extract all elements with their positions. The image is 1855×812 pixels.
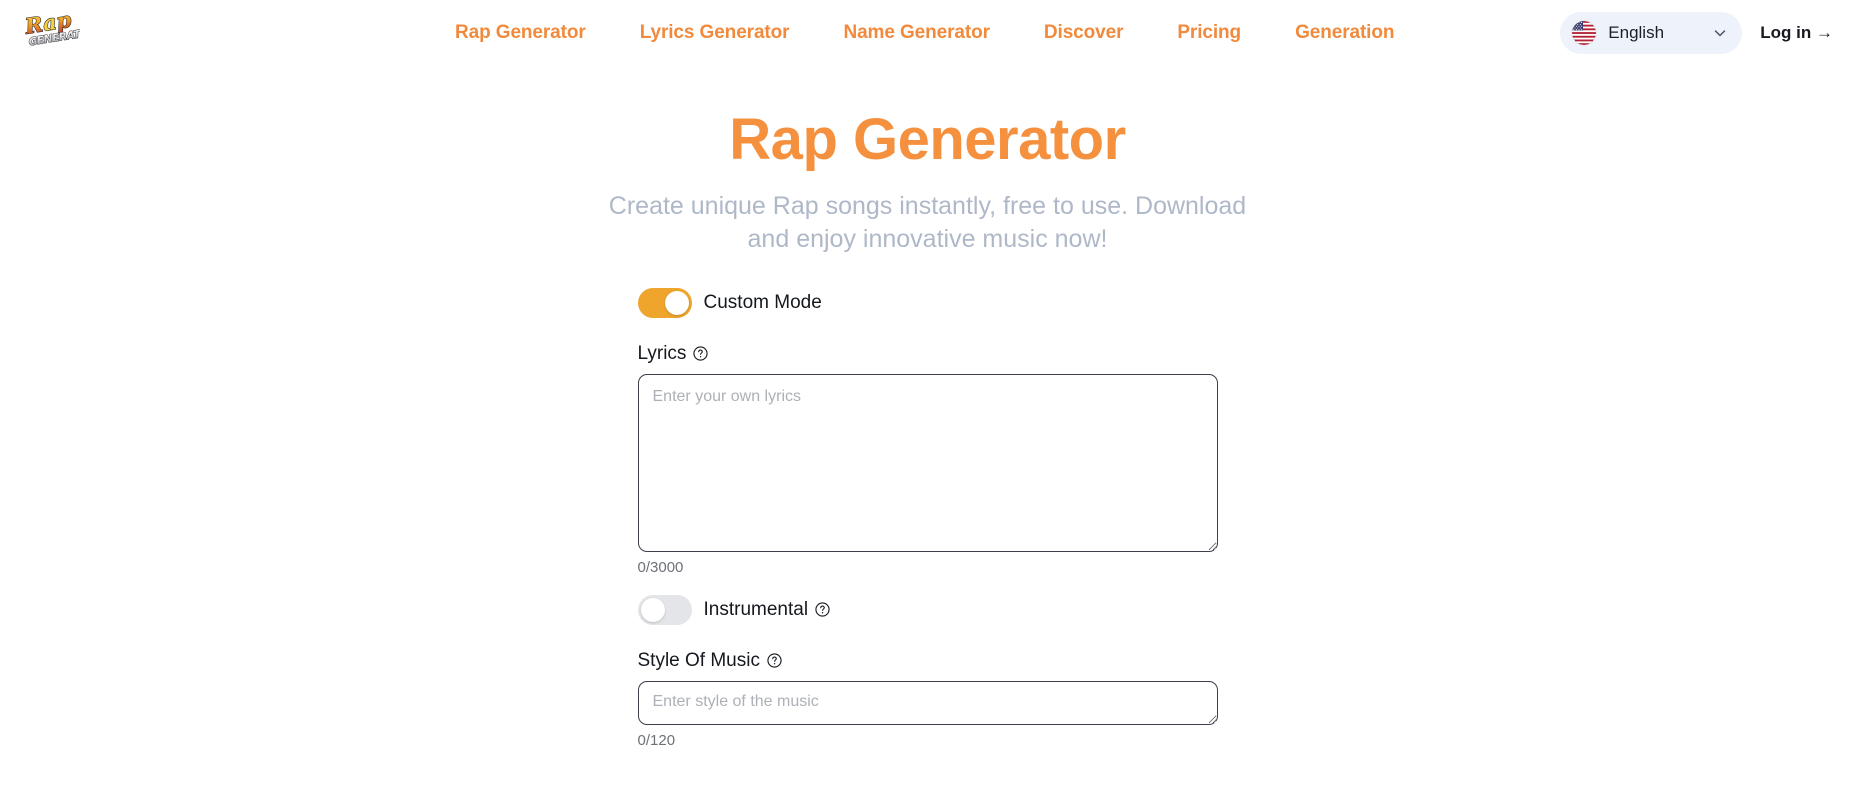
rap-generator-logo-icon: Rap GENERATOR (22, 7, 80, 49)
chevron-down-icon (1715, 30, 1726, 37)
nav-link-discover[interactable]: Discover (1044, 22, 1124, 44)
nav-link-rap-generator[interactable]: Rap Generator (455, 22, 586, 44)
instrumental-row: Instrumental (637, 594, 1218, 625)
help-circle-icon[interactable] (693, 346, 709, 361)
custom-mode-row: Custom Mode (637, 287, 1218, 318)
header-actions: English Log in → (1560, 0, 1833, 66)
language-selector[interactable]: English (1560, 12, 1743, 54)
us-flag-icon (1572, 21, 1597, 45)
generator-form: Custom Mode Lyrics 0/3000 Instrumental (637, 287, 1218, 749)
site-logo[interactable]: Rap GENERATOR (20, 7, 80, 51)
instrumental-label-row: Instrumental (704, 599, 831, 621)
toggle-knob (640, 597, 665, 622)
nav-link-lyrics-generator[interactable]: Lyrics Generator (640, 22, 790, 44)
page-subtitle: Create unique Rap songs instantly, free … (608, 191, 1247, 253)
custom-mode-toggle[interactable] (637, 287, 692, 318)
lyrics-counter: 0/3000 (637, 558, 684, 576)
page-title: Rap Generator (729, 107, 1126, 172)
instrumental-toggle[interactable] (637, 594, 692, 625)
help-circle-icon[interactable] (767, 653, 782, 668)
lyrics-label: Lyrics (637, 342, 687, 364)
lyrics-label-row: Lyrics (638, 343, 1218, 365)
nav-link-pricing[interactable]: Pricing (1177, 22, 1241, 44)
toggle-knob (664, 290, 689, 315)
instrumental-label: Instrumental (703, 598, 809, 620)
nav-link-name-generator[interactable]: Name Generator (843, 22, 990, 44)
custom-mode-label: Custom Mode (703, 291, 822, 313)
login-button[interactable]: Log in → (1760, 23, 1833, 43)
lyrics-input[interactable] (637, 373, 1218, 552)
main-content: Rap Generator Create unique Rap songs in… (0, 66, 1855, 749)
site-header: Rap GENERATOR Rap Generator Lyrics Gener… (0, 0, 1855, 66)
nav-link-generation[interactable]: Generation (1295, 22, 1394, 44)
style-of-music-input[interactable] (637, 680, 1218, 725)
help-circle-icon[interactable] (815, 602, 830, 617)
language-label: English (1608, 23, 1665, 42)
style-of-music-label: Style Of Music (637, 649, 760, 671)
style-of-music-counter: 0/120 (637, 731, 676, 749)
primary-navigation: Rap Generator Lyrics Generator Name Gene… (455, 0, 1394, 66)
style-of-music-label-row: Style Of Music (638, 650, 1218, 672)
